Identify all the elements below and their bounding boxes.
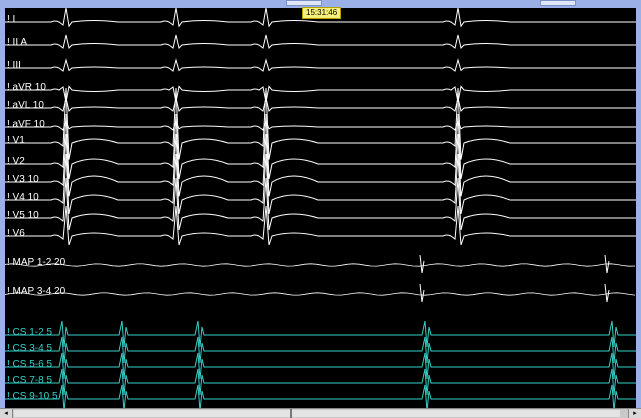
- map-spike: [604, 283, 610, 303]
- scroll-thumb[interactable]: [14, 410, 620, 417]
- ecg-waveform: [5, 85, 636, 103]
- map-spike: [419, 283, 425, 303]
- lead-label: ! aVL 10: [7, 100, 44, 111]
- ecg-waveform: [5, 97, 636, 112]
- toolbar-control[interactable]: [286, 0, 322, 6]
- lead-label: ! V3 10: [7, 174, 39, 185]
- cs-waveform: [5, 384, 636, 408]
- lead-label: ! V1: [7, 135, 25, 146]
- lead-label: ! V5 10: [7, 210, 39, 221]
- lead-label: ! CS 7-8 5: [7, 375, 53, 386]
- timestamp-marker[interactable]: 15:31:46: [302, 7, 342, 19]
- cs-waveform: [5, 336, 636, 364]
- lead-label: ! III: [7, 60, 21, 71]
- ecg-waveform: [5, 205, 636, 246]
- ecg-waveform: [5, 34, 636, 49]
- lead-label: ! I: [7, 14, 16, 25]
- lead-label: ! MAP 3-4 20: [7, 286, 66, 297]
- lead-label: ! V4 10: [7, 192, 39, 203]
- cs-waveform: [5, 320, 636, 348]
- window-frame-right: [636, 0, 641, 417]
- lead-label: ! CS 1-2 5: [7, 327, 53, 338]
- ecg-waveform: [5, 119, 636, 131]
- lead-label: ! V2: [7, 156, 25, 167]
- lead-label: ! MAP 1-2 20: [7, 257, 66, 268]
- lead-label: ! CS 3-4 5: [7, 343, 53, 354]
- ecg-waveform: [5, 113, 636, 180]
- lead-label: ! aVF 10: [7, 119, 45, 130]
- map-spike: [419, 254, 425, 274]
- lead-label: ! CS 9-10 5: [7, 391, 58, 402]
- ecg-waveform: [5, 153, 636, 214]
- cs-waveform: [5, 352, 636, 380]
- ecg-waveform: [5, 87, 636, 160]
- lead-label: ! V6: [7, 228, 25, 239]
- lead-label: ! CS 5-6 5: [7, 359, 53, 370]
- toolbar-control[interactable]: [540, 0, 576, 6]
- waveform-canvas: [5, 8, 636, 408]
- lead-label: ! II A: [7, 37, 28, 48]
- ecg-waveform: [5, 177, 636, 231]
- ecg-tracing-panel: [5, 8, 636, 408]
- ecg-waveform: [5, 58, 636, 72]
- lead-label: ! aVR 10: [7, 82, 46, 93]
- cs-waveform: [5, 368, 636, 396]
- map-waveform: [5, 263, 636, 267]
- map-waveform: [5, 292, 636, 296]
